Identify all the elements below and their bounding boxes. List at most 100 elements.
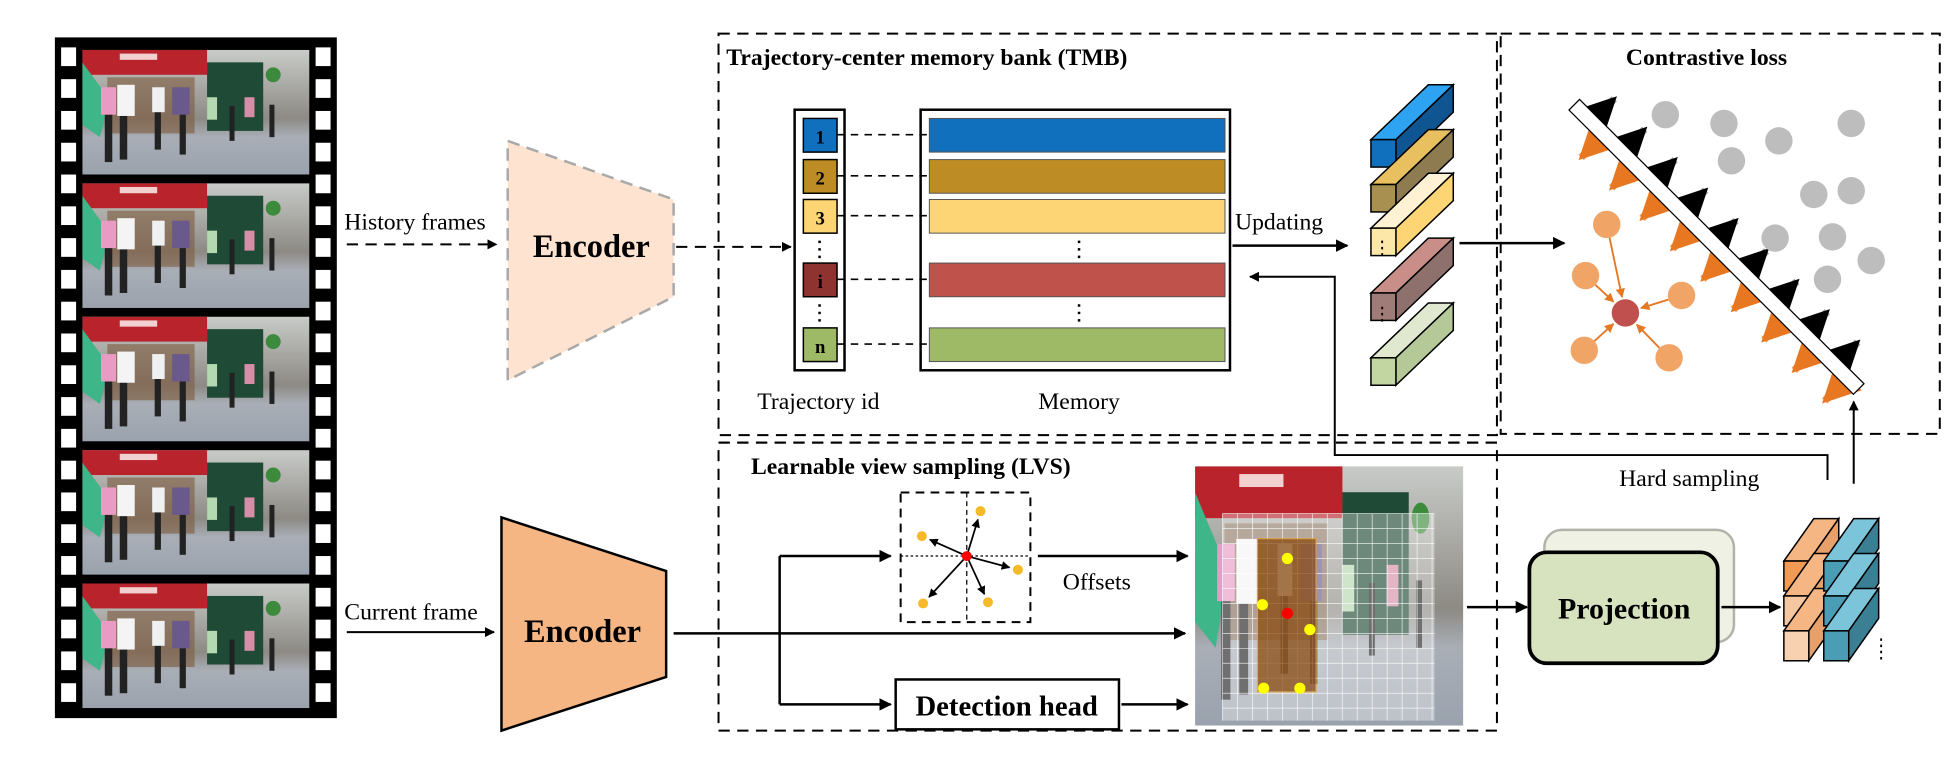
film-sprocket-hole bbox=[315, 524, 331, 543]
attraction-arrow bbox=[1640, 298, 1669, 311]
film-sprocket-hole bbox=[61, 333, 77, 353]
negative-push-arrow bbox=[1638, 157, 1678, 197]
offset-arrow bbox=[928, 555, 968, 598]
video-frame bbox=[82, 450, 310, 575]
negative-sample bbox=[1818, 223, 1847, 251]
attraction-arrow bbox=[1636, 323, 1661, 349]
memory-feature-stack bbox=[1369, 83, 1456, 387]
memory-slot bbox=[928, 262, 1226, 298]
cuboid-front-face bbox=[1783, 630, 1810, 662]
film-sprocket-hole bbox=[315, 365, 331, 384]
positive-pull-arrow bbox=[1639, 181, 1680, 221]
reference-point bbox=[961, 551, 972, 562]
lvs-title: Learnable view sampling (LVS) bbox=[751, 454, 1071, 480]
offset-arrow bbox=[965, 555, 986, 596]
film-sprocket-hole bbox=[315, 333, 331, 353]
film-sprocket-hole bbox=[315, 587, 331, 607]
film-sprocket-hole bbox=[315, 269, 331, 289]
projection-label: Projection bbox=[1558, 592, 1691, 625]
negative-push-arrow bbox=[1577, 96, 1617, 136]
film-sprocket-hole bbox=[61, 110, 77, 130]
positive-pull-arrow bbox=[1791, 333, 1832, 374]
film-sprocket-hole bbox=[61, 683, 77, 702]
cuboid-front-face bbox=[1370, 227, 1397, 257]
detection-head-label: Detection head bbox=[915, 691, 1097, 723]
sampling-point bbox=[916, 531, 927, 542]
film-sprocket-hole bbox=[61, 587, 77, 607]
cuboid-front-face bbox=[1370, 357, 1397, 386]
decision-boundary-bar bbox=[1568, 98, 1865, 396]
tmb-title: Trajectory-center memory bank (TMB) bbox=[726, 45, 1127, 71]
negative-sample bbox=[1710, 109, 1738, 138]
encoder-current-label: Encoder bbox=[524, 614, 641, 650]
attraction-arrow bbox=[1594, 284, 1615, 303]
film-sprocket-hole bbox=[315, 142, 331, 162]
sampling-point bbox=[975, 506, 986, 517]
negative-push-arrow bbox=[1607, 126, 1648, 167]
encoder-history-label: Encoder bbox=[533, 229, 650, 265]
film-sprocket-hole bbox=[315, 238, 331, 257]
updating-label: Updating bbox=[1235, 209, 1323, 235]
film-sprocket-hole bbox=[61, 556, 77, 575]
trajectory-id-text: 3 bbox=[816, 208, 825, 229]
contrastive-title: Contrastive loss bbox=[1626, 45, 1787, 71]
film-sprocket-hole bbox=[61, 651, 77, 671]
positive-sample bbox=[1570, 336, 1598, 365]
negative-push-arrow bbox=[1698, 217, 1739, 258]
film-sprocket-hole bbox=[61, 79, 77, 98]
film-sprocket-hole bbox=[315, 206, 331, 226]
negative-push-arrow bbox=[1790, 309, 1830, 349]
memory-slot bbox=[928, 198, 1226, 234]
sampled-point bbox=[1294, 682, 1306, 694]
film-sprocket-hole bbox=[315, 174, 331, 194]
film-sprocket-hole bbox=[61, 492, 77, 512]
sampling-point bbox=[982, 597, 993, 608]
film-sprocket-hole bbox=[61, 238, 77, 257]
negative-sample bbox=[1857, 246, 1885, 275]
film-sprocket-hole bbox=[315, 428, 331, 448]
negative-sample bbox=[1765, 127, 1793, 155]
positive-pull-arrow bbox=[1669, 211, 1710, 252]
cuboid-front-face bbox=[1823, 630, 1850, 662]
positive-pull-arrow bbox=[1700, 242, 1740, 282]
positive-sample bbox=[1571, 261, 1600, 290]
negative-sample bbox=[1800, 180, 1828, 209]
memory-slot bbox=[928, 159, 1226, 194]
offset-arrow bbox=[966, 555, 1011, 570]
film-sprocket-hole bbox=[315, 619, 331, 639]
film-sprocket-hole bbox=[61, 174, 77, 194]
negative-sample bbox=[1837, 109, 1865, 138]
video-frame bbox=[82, 49, 310, 175]
attraction-arrow bbox=[1593, 323, 1615, 342]
negative-sample bbox=[1717, 147, 1746, 175]
negative-push-arrow bbox=[1759, 278, 1800, 319]
negative-sample bbox=[1651, 100, 1680, 129]
trajectory-id-text: 1 bbox=[816, 127, 825, 148]
sampled-view-image bbox=[1195, 466, 1464, 726]
film-sprocket-hole bbox=[61, 47, 77, 67]
sampled-point bbox=[1304, 624, 1316, 636]
sampling-point bbox=[918, 598, 929, 609]
memory-label: Memory bbox=[1038, 389, 1120, 415]
positive-pull-arrow bbox=[1761, 302, 1801, 343]
memory-slot bbox=[928, 327, 1226, 363]
center-point bbox=[1281, 607, 1293, 620]
sampled-point bbox=[1281, 552, 1293, 565]
projected-feature-stack bbox=[1782, 516, 1883, 664]
film-sprocket-hole bbox=[315, 79, 331, 98]
positive-sample bbox=[1655, 344, 1683, 372]
negative-sample bbox=[1761, 224, 1789, 252]
film-sprocket-hole bbox=[315, 556, 331, 575]
film-sprocket-hole bbox=[315, 492, 331, 512]
film-sprocket-hole bbox=[315, 651, 331, 671]
positive-sample bbox=[1592, 210, 1621, 239]
film-sprocket-hole bbox=[315, 397, 331, 416]
film-sprocket-hole bbox=[61, 460, 77, 480]
video-frame bbox=[82, 316, 310, 442]
film-sprocket-hole bbox=[315, 683, 331, 702]
sampled-point bbox=[1258, 682, 1270, 694]
positive-pull-arrow bbox=[1578, 120, 1619, 161]
film-sprocket-hole bbox=[61, 428, 77, 448]
trajectory-id-label: Trajectory id bbox=[757, 389, 879, 415]
film-sprocket-hole bbox=[61, 269, 77, 289]
